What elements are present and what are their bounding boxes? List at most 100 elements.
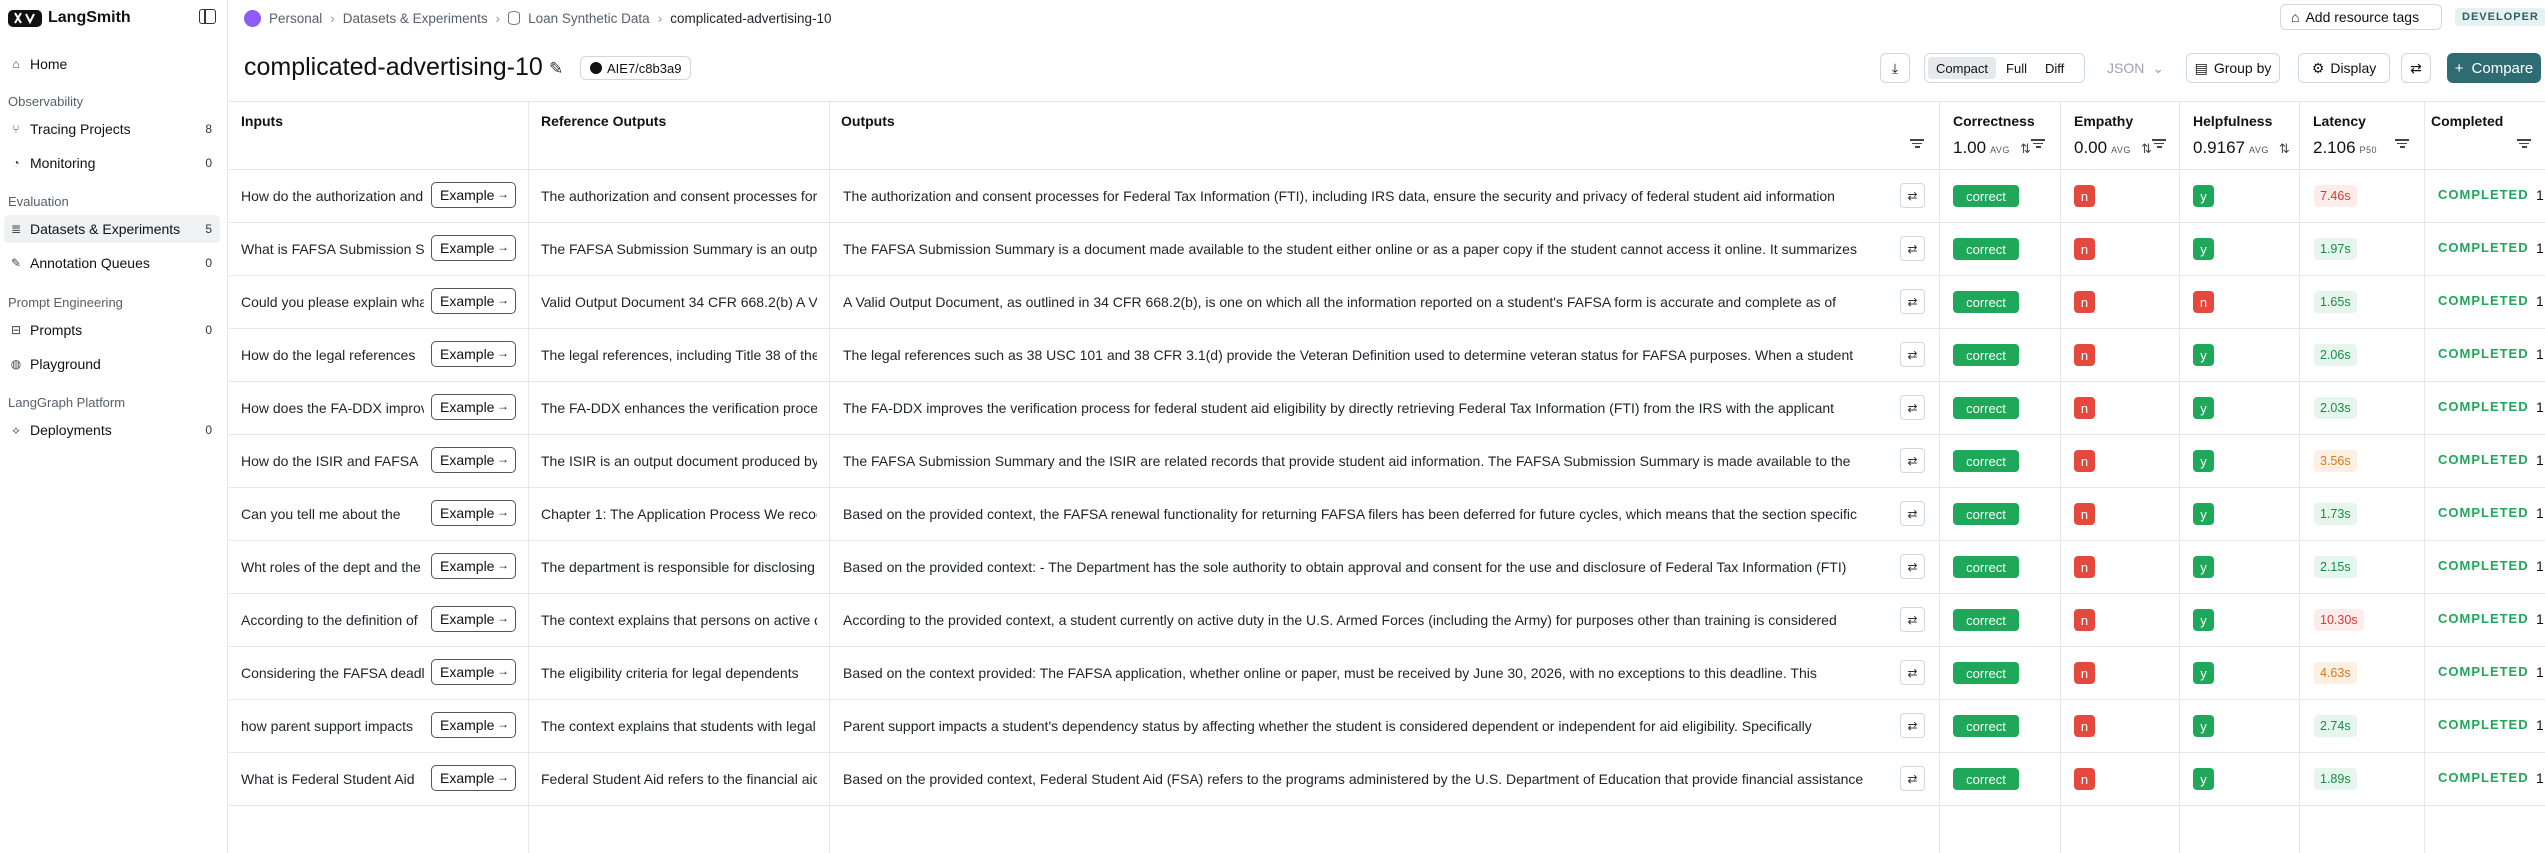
sidebar-item-playground[interactable]: ◍ Playground bbox=[4, 350, 220, 378]
reference-output-cell[interactable]: The context explains that students with … bbox=[541, 699, 817, 752]
example-button[interactable]: Example → bbox=[431, 659, 516, 685]
commit-chip[interactable]: AIE7/c8b3a9 bbox=[580, 56, 692, 80]
input-cell[interactable]: What is Federal Student Aid bbox=[241, 752, 424, 805]
sidebar-item-deployments[interactable]: ⟡ Deployments 0 bbox=[4, 416, 220, 444]
open-trace-icon[interactable]: ⇄ bbox=[1900, 183, 1925, 208]
example-button[interactable]: Example → bbox=[431, 712, 516, 738]
column-header-reference[interactable]: Reference Outputs bbox=[541, 113, 666, 129]
empathy-badge[interactable]: n bbox=[2074, 609, 2095, 631]
filter-icon[interactable] bbox=[1910, 137, 1924, 151]
column-header-helpfulness[interactable]: Helpfulness bbox=[2193, 113, 2272, 129]
download-button[interactable]: ⤓ bbox=[1880, 53, 1910, 83]
display-button[interactable]: ⚙ Display bbox=[2298, 53, 2390, 83]
correctness-badge[interactable]: correct bbox=[1953, 344, 2019, 366]
input-cell[interactable]: How do the ISIR and FAFSA bbox=[241, 434, 424, 487]
empathy-badge[interactable]: n bbox=[2074, 662, 2095, 684]
helpfulness-badge[interactable]: y bbox=[2193, 344, 2214, 366]
output-cell[interactable]: Based on the provided context, the FAFSA… bbox=[843, 487, 1973, 540]
table-row[interactable]: What is Federal Student Aid Example → Feder… bbox=[229, 752, 2545, 805]
input-cell[interactable]: According to the definition of bbox=[241, 593, 424, 646]
output-cell[interactable]: The FAFSA Submission Summary and the ISI… bbox=[843, 434, 1973, 487]
filter-icon[interactable] bbox=[2031, 137, 2045, 151]
correctness-badge[interactable]: correct bbox=[1953, 715, 2019, 737]
helpfulness-badge[interactable]: y bbox=[2193, 503, 2214, 525]
open-trace-icon[interactable]: ⇄ bbox=[1900, 501, 1925, 526]
example-button[interactable]: Example → bbox=[431, 394, 516, 420]
helpfulness-badge[interactable]: y bbox=[2193, 609, 2214, 631]
table-row[interactable]: According to the definition of Example → Th… bbox=[229, 593, 2545, 646]
table-row[interactable]: How do the ISIR and FAFSA Example → The ISI… bbox=[229, 434, 2545, 487]
split-view-button[interactable]: ⇄ bbox=[2401, 53, 2431, 83]
column-header-outputs[interactable]: Outputs bbox=[841, 113, 895, 129]
example-button[interactable]: Example → bbox=[431, 341, 516, 367]
correctness-badge[interactable]: correct bbox=[1953, 291, 2019, 313]
helpfulness-badge[interactable]: y bbox=[2193, 238, 2214, 260]
helpfulness-badge[interactable]: y bbox=[2193, 185, 2214, 207]
output-cell[interactable]: Based on the provided context, Federal S… bbox=[843, 752, 1973, 805]
sidebar-collapse-icon[interactable] bbox=[199, 9, 216, 24]
format-select[interactable]: JSON ⌄ bbox=[2097, 53, 2173, 83]
view-full-button[interactable]: Full bbox=[1998, 57, 2035, 79]
example-button[interactable]: Example → bbox=[431, 447, 516, 473]
view-diff-button[interactable]: Diff bbox=[2037, 57, 2072, 79]
breadcrumb-datasets[interactable]: Datasets & Experiments bbox=[343, 11, 488, 26]
sidebar-item-home[interactable]: ⌂ Home bbox=[4, 50, 220, 78]
example-button[interactable]: Example → bbox=[431, 606, 516, 632]
add-resource-tags-button[interactable]: ⌂ Add resource tags bbox=[2280, 4, 2442, 30]
column-header-inputs[interactable]: Inputs bbox=[241, 113, 283, 129]
correctness-badge[interactable]: correct bbox=[1953, 609, 2019, 631]
example-button[interactable]: Example → bbox=[431, 182, 516, 208]
reference-output-cell[interactable]: The FA-DDX enhances the verification pro… bbox=[541, 381, 817, 434]
breadcrumb-workspace[interactable]: Personal bbox=[269, 11, 322, 26]
input-cell[interactable]: How do the authorization and consent pro… bbox=[241, 169, 424, 222]
reference-output-cell[interactable]: Chapter 1: The Application Process We re… bbox=[541, 487, 817, 540]
input-cell[interactable]: Wht roles of the dept and the bbox=[241, 540, 424, 593]
output-cell[interactable]: Based on the provided context: - The Dep… bbox=[843, 540, 1973, 593]
reference-output-cell[interactable]: The FAFSA Submission Summary is an outpu… bbox=[541, 222, 817, 275]
column-header-latency[interactable]: Latency bbox=[2313, 113, 2366, 129]
empathy-badge[interactable]: n bbox=[2074, 768, 2095, 790]
output-cell[interactable]: The FA-DDX improves the verification pro… bbox=[843, 381, 1973, 434]
sidebar-item-prompts[interactable]: ⊟ Prompts 0 bbox=[4, 316, 220, 344]
correctness-badge[interactable]: correct bbox=[1953, 397, 2019, 419]
sidebar-item-monitoring[interactable]: ◔ Monitoring 0 bbox=[4, 149, 220, 177]
filter-icon[interactable] bbox=[2152, 137, 2166, 151]
sort-icon[interactable]: ⇅ bbox=[2020, 141, 2031, 157]
sort-icon[interactable]: ⇅ bbox=[2279, 141, 2290, 157]
view-compact-button[interactable]: Compact bbox=[1928, 57, 1997, 79]
empathy-badge[interactable]: n bbox=[2074, 556, 2095, 578]
table-row[interactable]: How do the authorization and consent pro… bbox=[229, 169, 2545, 222]
example-button[interactable]: Example → bbox=[431, 765, 516, 791]
reference-output-cell[interactable]: The authorization and consent processes … bbox=[541, 169, 817, 222]
reference-output-cell[interactable]: The ISIR is an output document produced … bbox=[541, 434, 817, 487]
empathy-badge[interactable]: n bbox=[2074, 238, 2095, 260]
correctness-badge[interactable]: correct bbox=[1953, 238, 2019, 260]
table-row[interactable]: Can you tell me about the Example → Chapter… bbox=[229, 487, 2545, 540]
sidebar-item-annotation-queues[interactable]: ✎ Annotation Queues 0 bbox=[4, 249, 220, 277]
filter-icon[interactable] bbox=[2517, 137, 2531, 151]
open-trace-icon[interactable]: ⇄ bbox=[1900, 289, 1925, 314]
open-trace-icon[interactable]: ⇄ bbox=[1900, 448, 1925, 473]
helpfulness-badge[interactable]: y bbox=[2193, 768, 2214, 790]
group-by-button[interactable]: ▤ Group by bbox=[2186, 53, 2280, 83]
input-cell[interactable]: how parent support impacts bbox=[241, 699, 424, 752]
reference-output-cell[interactable]: The department is responsible for disclo… bbox=[541, 540, 817, 593]
correctness-badge[interactable]: correct bbox=[1953, 185, 2019, 207]
open-trace-icon[interactable]: ⇄ bbox=[1900, 395, 1925, 420]
input-cell[interactable]: How does the FA-DDX improve bbox=[241, 381, 424, 434]
example-button[interactable]: Example → bbox=[431, 235, 516, 261]
helpfulness-badge[interactable]: y bbox=[2193, 397, 2214, 419]
correctness-badge[interactable]: correct bbox=[1953, 450, 2019, 472]
reference-output-cell[interactable]: The context explains that persons on act… bbox=[541, 593, 817, 646]
column-header-completed[interactable]: Completed bbox=[2431, 113, 2503, 129]
output-cell[interactable]: Parent support impacts a student's depen… bbox=[843, 699, 1973, 752]
input-cell[interactable]: Could you please explain what bbox=[241, 275, 424, 328]
output-cell[interactable]: The authorization and consent processes … bbox=[843, 169, 1973, 222]
input-cell[interactable]: What is FAFSA Submission Summary bbox=[241, 222, 424, 275]
edit-icon[interactable]: ✎ bbox=[549, 59, 563, 79]
column-header-correctness[interactable]: Correctness bbox=[1953, 113, 2035, 129]
empathy-badge[interactable]: n bbox=[2074, 397, 2095, 419]
input-cell[interactable]: How do the legal references bbox=[241, 328, 424, 381]
table-row[interactable]: How does the FA-DDX improve Example → The F… bbox=[229, 381, 2545, 434]
open-trace-icon[interactable]: ⇄ bbox=[1900, 342, 1925, 367]
